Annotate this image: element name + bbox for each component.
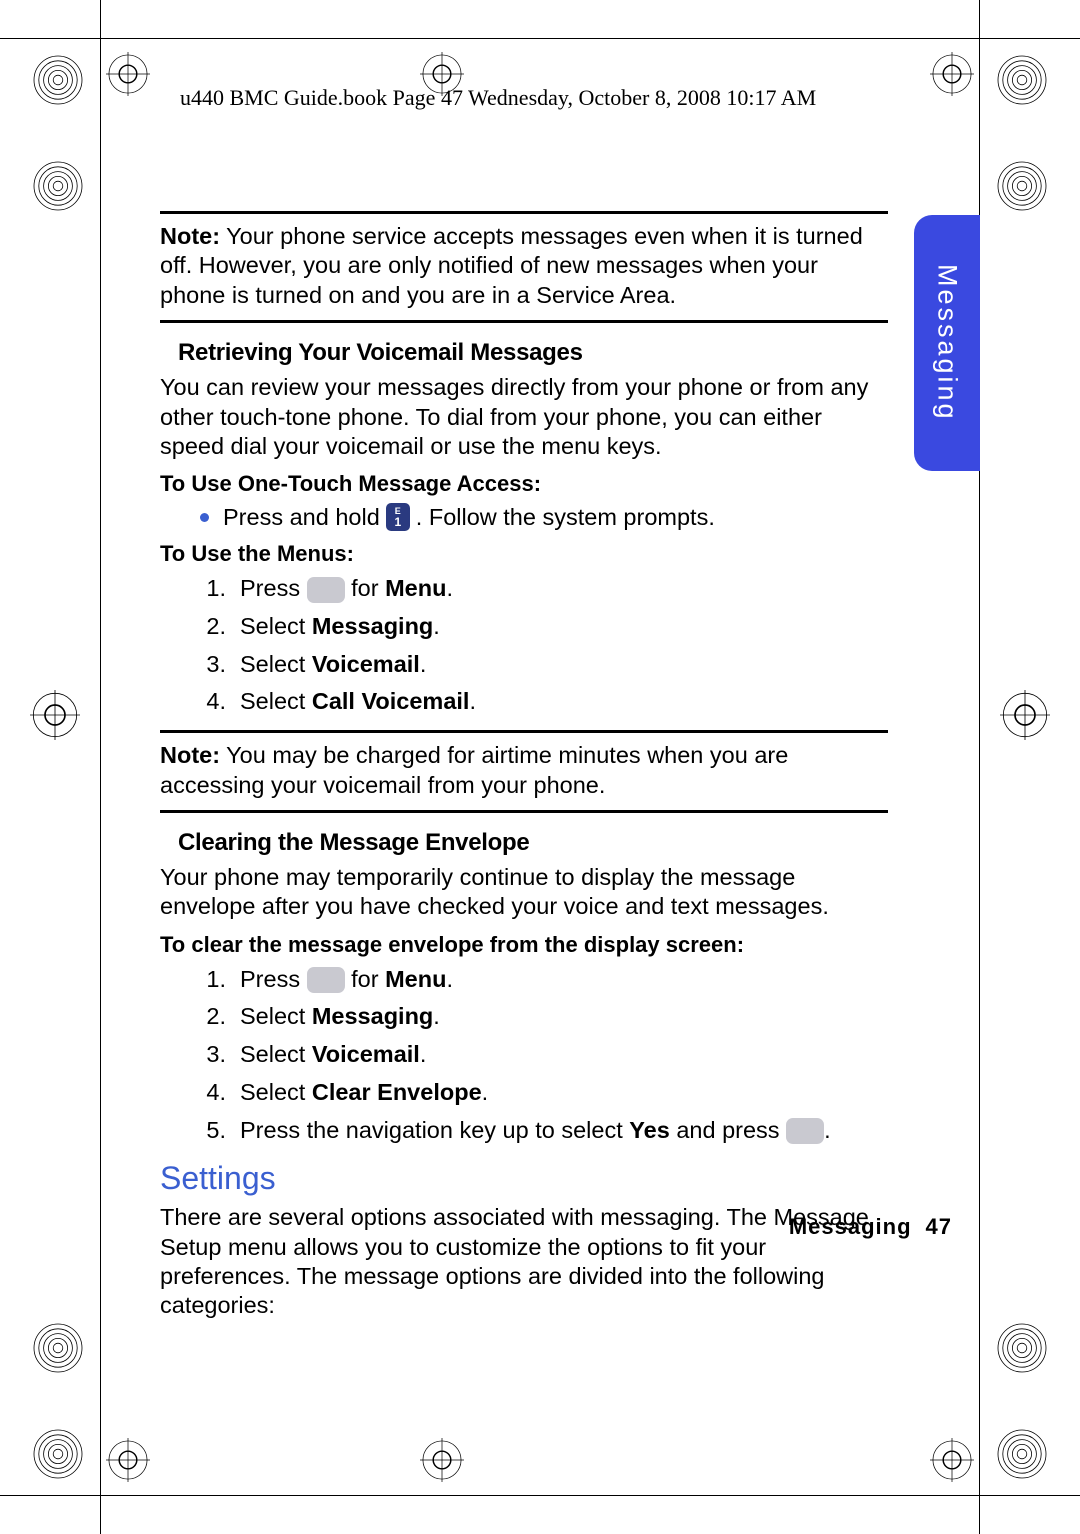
reg-mark-icon xyxy=(930,52,974,96)
note-text: Your phone service accepts messages even… xyxy=(160,223,863,308)
crop-line-top xyxy=(0,38,1080,39)
list-item: 2.Select Messaging. xyxy=(204,1001,888,1033)
page-footer: Messaging 47 xyxy=(789,1214,952,1240)
list-item: 4.Select Call Voicemail. xyxy=(204,686,888,718)
note-label: Note: xyxy=(160,223,220,249)
list-item: 3.Select Voicemail. xyxy=(204,1039,888,1071)
procedure-heading: To clear the message envelope from the d… xyxy=(160,932,888,958)
note-label: Note: xyxy=(160,742,220,768)
body-text: You can review your messages directly fr… xyxy=(160,373,888,461)
procedure-heading: To Use the Menus: xyxy=(160,541,888,567)
list-item: 1.Press for Menu. xyxy=(204,964,888,996)
reg-mark-icon xyxy=(994,1426,1050,1482)
reg-mark-icon xyxy=(30,690,80,740)
page-number: 47 xyxy=(926,1214,952,1239)
crop-line-left xyxy=(100,0,101,1534)
reg-mark-icon xyxy=(930,1438,974,1482)
crop-line-bottom xyxy=(0,1495,1080,1496)
reg-mark-icon xyxy=(420,1438,464,1482)
footer-section: Messaging xyxy=(789,1214,912,1239)
section-heading-settings: Settings xyxy=(160,1160,888,1197)
bullet-item: Press and hold E1 . Follow the system pr… xyxy=(200,503,888,531)
reg-mark-icon xyxy=(30,1320,86,1376)
subheading-clearing: Clearing the Message Envelope xyxy=(178,829,888,857)
list-item: 1.Press for Menu. xyxy=(204,573,888,605)
reg-mark-icon xyxy=(106,52,150,96)
bullet-text-post: . Follow the system prompts. xyxy=(416,504,715,531)
reg-mark-icon xyxy=(106,1438,150,1482)
list-item: 2.Select Messaging. xyxy=(204,611,888,643)
reg-mark-icon xyxy=(1000,690,1050,740)
body-text: There are several options associated wit… xyxy=(160,1203,888,1321)
note-text: You may be charged for airtime minutes w… xyxy=(160,742,788,797)
list-item: 5.Press the navigation key up to select … xyxy=(204,1115,888,1147)
page-content: Note: Your phone service accepts message… xyxy=(160,211,888,1331)
subheading-retrieving: Retrieving Your Voicemail Messages xyxy=(178,339,888,367)
body-text: Your phone may temporarily continue to d… xyxy=(160,863,888,922)
menu-key-icon xyxy=(307,577,345,603)
note-block: Note: You may be charged for airtime min… xyxy=(160,730,888,813)
menu-key-icon xyxy=(307,967,345,993)
reg-mark-icon xyxy=(30,1426,86,1482)
bullet-text-pre: Press and hold xyxy=(223,504,380,531)
print-header: u440 BMC Guide.book Page 47 Wednesday, O… xyxy=(180,85,816,111)
section-tab-label: Messaging xyxy=(932,264,963,422)
ordered-list: 1.Press for Menu. 2.Select Messaging. 3.… xyxy=(204,964,888,1147)
list-item: 4.Select Clear Envelope. xyxy=(204,1077,888,1109)
list-item: 3.Select Voicemail. xyxy=(204,649,888,681)
section-tab: Messaging xyxy=(914,215,980,471)
reg-mark-icon xyxy=(30,52,86,108)
key-1-icon: E1 xyxy=(386,503,410,531)
note-block: Note: Your phone service accepts message… xyxy=(160,211,888,323)
reg-mark-icon xyxy=(994,52,1050,108)
reg-mark-icon xyxy=(30,158,86,214)
bullet-icon xyxy=(200,513,209,522)
ordered-list: 1.Press for Menu. 2.Select Messaging. 3.… xyxy=(204,573,888,718)
reg-mark-icon xyxy=(994,158,1050,214)
procedure-heading: To Use One-Touch Message Access: xyxy=(160,471,888,497)
ok-key-icon xyxy=(786,1118,824,1144)
reg-mark-icon xyxy=(994,1320,1050,1376)
